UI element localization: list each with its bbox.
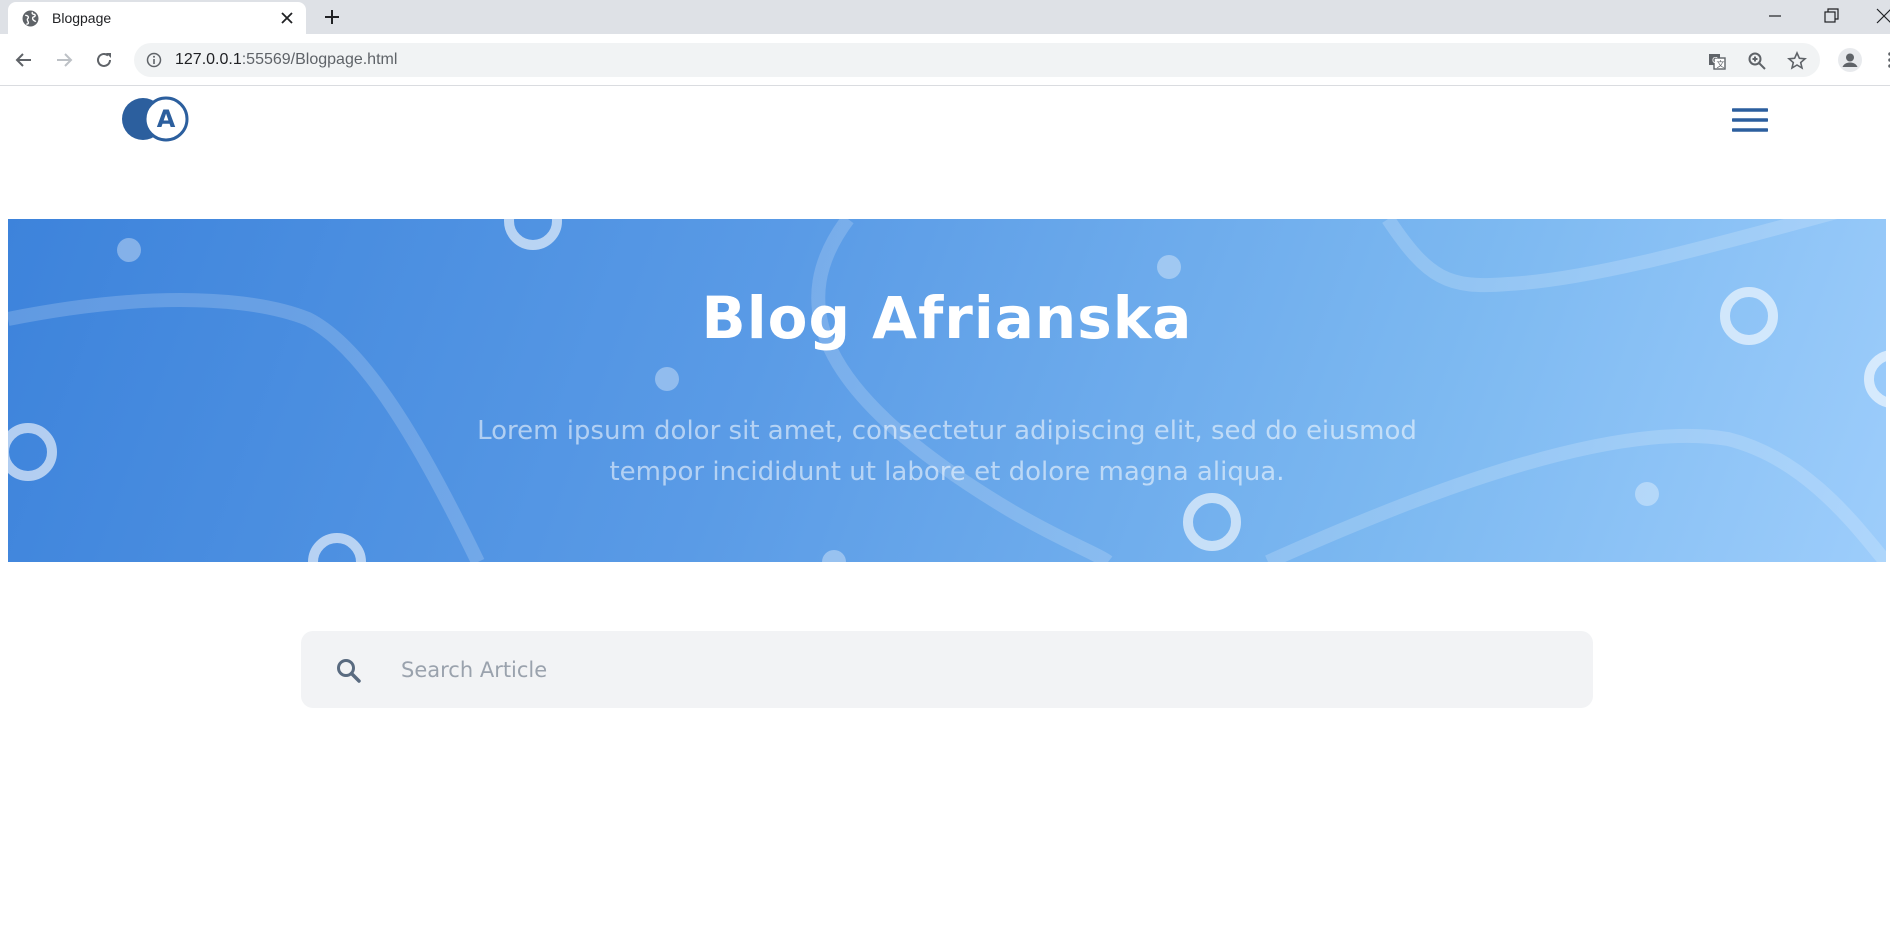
hero-subtitle: Lorem ipsum dolor sit amet, consectetur …	[477, 416, 1417, 487]
forward-icon[interactable]	[54, 50, 74, 70]
address-bar[interactable]: 127.0.0.1:55569/Blogpage.html G 文	[134, 43, 1820, 77]
restore-icon[interactable]	[1821, 6, 1841, 26]
minimize-icon[interactable]	[1765, 6, 1785, 26]
search-icon	[337, 659, 361, 683]
hero-decoration	[8, 219, 1886, 562]
search-article-box[interactable]	[301, 631, 1593, 708]
browser-tab[interactable]: Blogpage	[8, 2, 306, 34]
globe-icon	[22, 10, 39, 27]
translate-icon[interactable]: G 文	[1707, 51, 1727, 71]
browser-tabstrip: Blogpage	[0, 0, 1890, 34]
site-logo[interactable]: A	[121, 96, 189, 142]
url-path: :55569/Blogpage.html	[241, 51, 398, 68]
close-tab-icon[interactable]	[280, 11, 294, 25]
profile-avatar-icon[interactable]	[1838, 48, 1862, 72]
page: A Blog Afrianska Lorem ipsum dolor sit a…	[0, 86, 1890, 935]
site-info-icon[interactable]	[146, 52, 162, 68]
tab-title: Blogpage	[52, 10, 112, 26]
bookmark-star-icon[interactable]	[1787, 51, 1807, 71]
close-window-icon[interactable]	[1874, 6, 1890, 26]
new-tab-icon[interactable]	[324, 9, 340, 25]
url-host: 127.0.0.1	[175, 51, 242, 68]
hamburger-menu-icon[interactable]	[1732, 106, 1768, 134]
logo-letter: A	[157, 105, 176, 133]
back-icon[interactable]	[14, 50, 34, 70]
browser-menu-icon[interactable]	[1880, 50, 1890, 70]
svg-text:文: 文	[1717, 59, 1725, 69]
zoom-icon[interactable]	[1747, 51, 1767, 71]
url-text: 127.0.0.1:55569/Blogpage.html	[175, 51, 397, 69]
browser-toolbar: 127.0.0.1:55569/Blogpage.html G 文	[0, 34, 1890, 86]
search-input[interactable]	[399, 649, 1553, 691]
reload-icon[interactable]	[94, 50, 114, 70]
hero-banner: Blog Afrianska Lorem ipsum dolor sit ame…	[8, 219, 1886, 562]
hero-title: Blog Afrianska	[701, 284, 1193, 352]
